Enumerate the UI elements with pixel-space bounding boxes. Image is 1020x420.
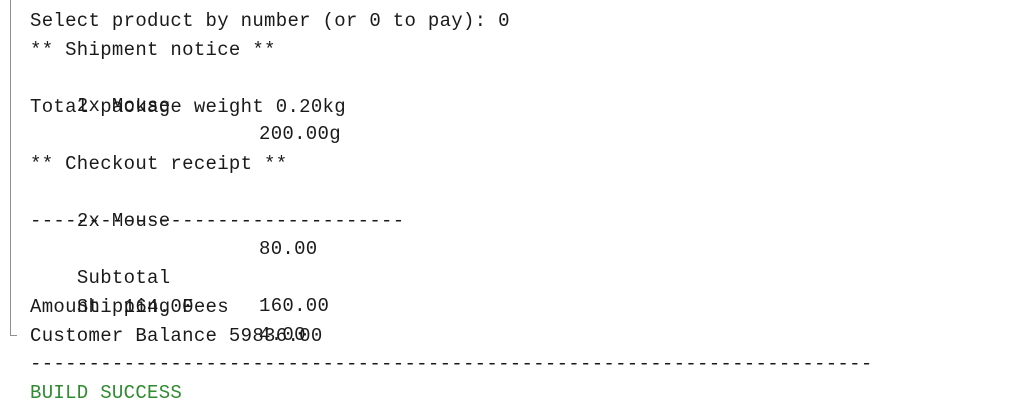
shipment-item-weight: 200.00g (259, 123, 341, 145)
shipping-row: Shipping Fees 4.00 (30, 265, 306, 346)
subtotal-row: Subtotal 160.00 (30, 236, 329, 317)
receipt-item-row: 2x Mouse 80.00 (30, 179, 317, 260)
fold-gutter-end (10, 335, 17, 336)
prompt-line: Select product by number (or 0 to pay): … (30, 10, 510, 32)
build-divider: ----------------------------------------… (30, 353, 873, 375)
customer-balance-line: Customer Balance 59836.00 (30, 325, 323, 347)
amount-line: Amount 164.00 (30, 296, 194, 318)
shipment-header: ** Shipment notice ** (30, 39, 276, 61)
build-success-status: BUILD SUCCESS (30, 382, 183, 404)
receipt-divider: -------------------------------- (30, 210, 405, 232)
output-console: Select product by number (or 0 to pay): … (0, 0, 1020, 420)
fold-gutter-line (10, 0, 11, 336)
package-weight-line: Total package weight 0.20kg (30, 96, 346, 118)
subtotal-value: 160.00 (259, 295, 330, 317)
receipt-item-price: 80.00 (259, 238, 318, 260)
shipment-item-row: 2x Mouse 200.00g (30, 64, 341, 145)
receipt-header: ** Checkout receipt ** (30, 153, 288, 175)
